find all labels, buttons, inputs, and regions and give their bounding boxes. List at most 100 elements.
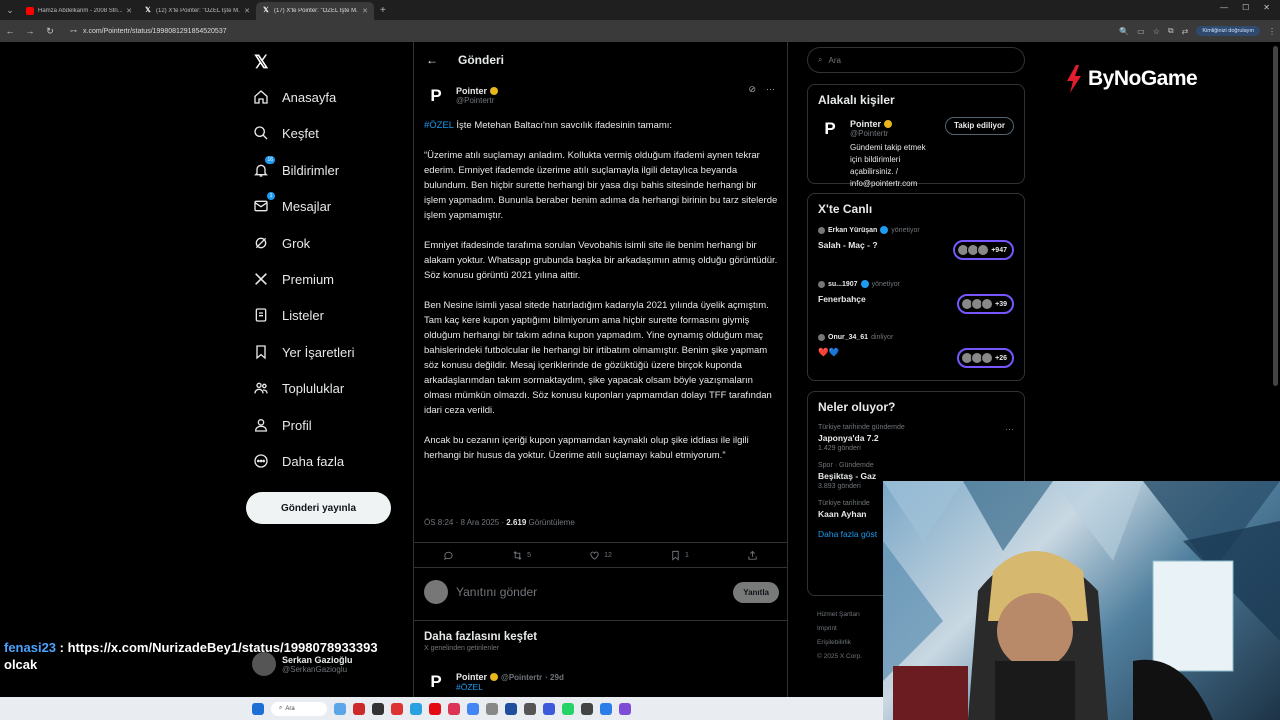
following-button[interactable]: Takip ediliyor: [945, 117, 1014, 135]
new-tab-button[interactable]: +: [374, 5, 392, 16]
reply-composer: Yanıtını gönder Yanıtla: [424, 580, 779, 604]
back-icon[interactable]: ←: [4, 26, 16, 36]
close-window-icon[interactable]: ✕: [1263, 3, 1270, 12]
hashtag-link[interactable]: #ÖZEL: [424, 120, 454, 131]
sidebar-item-communities[interactable]: Topluluklar: [252, 379, 344, 397]
app-icon[interactable]: [600, 702, 612, 715]
windows-start-icon[interactable]: [252, 702, 264, 715]
netflix-icon[interactable]: [429, 702, 441, 715]
like-button[interactable]: 12: [589, 550, 612, 561]
avatar[interactable]: P: [424, 670, 448, 694]
url-bar[interactable]: ⊶ x.com/Pointertr/status/199808129185452…: [64, 23, 1111, 39]
sidebar-item-more[interactable]: Daha fazla: [252, 452, 344, 470]
chat-text-continued: olcak: [4, 657, 38, 672]
telegram-icon[interactable]: [410, 702, 422, 715]
browser-tab-2[interactable]: 𝕏 (12) X'te Pointer: "ÖZEL İşte M... ✕: [138, 2, 256, 20]
hashtag-link[interactable]: #ÖZEL: [456, 682, 564, 692]
bookmark-star-icon[interactable]: ☆: [1153, 27, 1160, 36]
sidebar-item-bookmarks[interactable]: Yer İşaretleri: [252, 343, 355, 361]
sidebar-item-lists[interactable]: Listeler: [252, 306, 324, 324]
avatar[interactable]: P: [424, 84, 448, 108]
app-icon[interactable]: [372, 702, 384, 715]
app-icon[interactable]: [334, 702, 346, 715]
extensions-icon[interactable]: ⧉: [1168, 26, 1174, 36]
footer-link[interactable]: Hizmet Şartları: [817, 608, 862, 622]
person-name[interactable]: Pointer: [850, 119, 881, 129]
more-options-icon[interactable]: ⋯: [1005, 424, 1014, 435]
site-info-icon[interactable]: ⊶: [70, 27, 77, 35]
close-tab-icon[interactable]: ✕: [244, 7, 250, 15]
footer-link[interactable]: Erişilebilirlik: [817, 636, 862, 650]
live-space[interactable]: Onur_34_61 dinliyor ❤️💙 +26: [818, 334, 1014, 376]
profile-button[interactable]: Kimliğinizi doğrulayın: [1196, 26, 1260, 36]
menu-icon[interactable]: ⋮: [1268, 27, 1276, 36]
app-icon[interactable]: [391, 702, 403, 715]
app-icon[interactable]: [505, 702, 517, 715]
trend-item[interactable]: Türkiye tarihinde gündemde Japonya'da 7.…: [818, 424, 1014, 452]
reply-button[interactable]: [443, 550, 454, 561]
recommended-post[interactable]: P Pointer @Pointertr · 29d #ÖZEL: [424, 670, 564, 694]
forward-icon[interactable]: →: [24, 26, 36, 36]
close-tab-icon[interactable]: ✕: [126, 7, 132, 15]
more-options-icon[interactable]: ⋯: [766, 84, 775, 95]
host-name: Onur_34_61: [828, 334, 869, 341]
grok-icon: [252, 234, 270, 252]
repost-button[interactable]: 5: [512, 550, 531, 561]
webcam-scene: [883, 481, 1280, 720]
sidebar-item-home[interactable]: Anasayfa: [252, 88, 336, 106]
app-icon[interactable]: [581, 702, 593, 715]
x-logo-icon[interactable]: 𝕏: [254, 52, 269, 73]
mail-icon: 1: [252, 192, 275, 215]
avatar[interactable]: P: [818, 117, 842, 141]
notification-badge: 16: [265, 156, 275, 164]
chrome-icon[interactable]: [467, 702, 479, 715]
maximize-icon[interactable]: ☐: [1242, 3, 1249, 12]
scrollbar[interactable]: [1273, 46, 1278, 386]
live-space[interactable]: Erkan Yürüşan yönetiyor Salah - Maç - ? +…: [818, 226, 1014, 268]
sidebar-item-premium[interactable]: Premium: [252, 270, 334, 288]
app-icon[interactable]: [619, 702, 631, 715]
app-icon[interactable]: [524, 702, 536, 715]
author-name[interactable]: Pointer: [456, 672, 487, 682]
reply-submit-button[interactable]: Yanıtla: [733, 581, 779, 603]
app-icon[interactable]: [353, 702, 365, 715]
grok-icon[interactable]: ⊘: [748, 84, 756, 95]
sync-icon[interactable]: ⇄: [1182, 27, 1189, 36]
sidebar-item-grok[interactable]: Grok: [252, 234, 310, 252]
reload-icon[interactable]: ↻: [44, 26, 56, 37]
app-icon[interactable]: [543, 702, 555, 715]
app-icon[interactable]: [448, 702, 460, 715]
cast-icon[interactable]: ▭: [1137, 27, 1145, 36]
related-person[interactable]: P Pointer @Pointertr Gündemi takip etmek…: [818, 117, 1014, 190]
home-icon: [252, 88, 270, 106]
taskbar-search[interactable]: ⌕ Ara: [271, 701, 327, 716]
taskbar-search-label: Ara: [285, 705, 295, 712]
sidebar-item-explore[interactable]: Keşfet: [252, 124, 319, 142]
search-input[interactable]: ⌕ Ara: [807, 47, 1025, 73]
browser-tab-3[interactable]: 𝕏 (17) X'te Pointer: "ÖZEL İşte M... ✕: [256, 2, 374, 20]
minimize-icon[interactable]: —: [1220, 3, 1228, 12]
reply-input[interactable]: Yanıtını gönder: [456, 585, 725, 599]
sidebar-item-label: Mesajlar: [282, 198, 332, 214]
sidebar-item-profile[interactable]: Profil: [252, 416, 312, 434]
whatsapp-icon[interactable]: [562, 702, 574, 715]
footer-link: © 2025 X Corp.: [817, 653, 862, 660]
sidebar-item-notifications[interactable]: 16 Bildirimler: [252, 156, 339, 179]
author-name[interactable]: Pointer: [456, 86, 487, 96]
back-arrow-icon[interactable]: ←: [426, 53, 438, 67]
sidebar-item-label: Keşfet: [282, 125, 319, 141]
share-button[interactable]: [747, 550, 758, 561]
live-space[interactable]: su...1907 yönetiyor Fenerbahçe +39: [818, 280, 1014, 322]
post-paragraph: “Üzerime atılı suçlamayı anladım. Kolluk…: [424, 150, 778, 221]
app-icon[interactable]: [486, 702, 498, 715]
bookmark-button[interactable]: 1: [670, 550, 689, 561]
zoom-icon[interactable]: 🔍: [1119, 27, 1129, 36]
browser-tab-1[interactable]: Hamza Abdelkarim - 2008 Stri... ✕: [20, 2, 138, 20]
footer-link[interactable]: Imprint: [817, 622, 862, 636]
sidebar-item-messages[interactable]: 1 Mesajlar: [252, 192, 332, 215]
tab-search-icon[interactable]: ⌄: [0, 5, 20, 16]
post-button[interactable]: Gönderi yayınla: [246, 492, 391, 524]
close-tab-icon[interactable]: ✕: [362, 7, 368, 15]
author-handle[interactable]: @Pointertr: [456, 96, 498, 105]
post-timestamp[interactable]: ÖS 8:24 · 8 Ara 2025 ·: [424, 518, 506, 527]
